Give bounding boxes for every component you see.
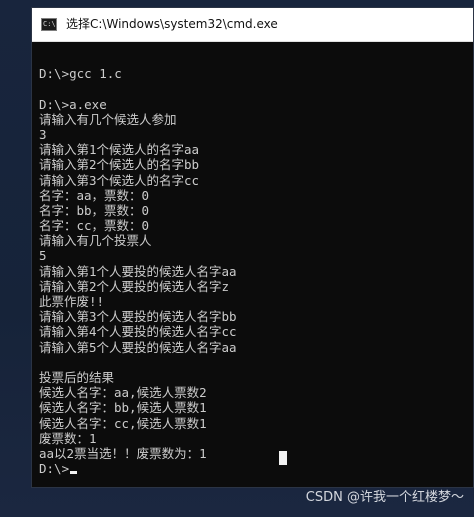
console-line: 请输入第4个人要投的候选人名字cc [39,324,237,340]
console-line: 3 [39,126,47,142]
command-prompt: D:\> [39,461,70,477]
console-line: 候选人名字：cc,候选人票数1 [39,415,207,431]
console-line: 请输入第5个人要投的候选人名字aa [39,339,237,355]
console-line: 投票后的结果 [39,369,115,385]
prompt-line[interactable]: D:\> [39,461,469,476]
console-line: 请输入第1个人要投的候选人名字aa [39,263,237,279]
console-line: aa以2票当选！！废票数为：1 [39,445,207,461]
console-line: D:\>gcc 1.c [39,66,122,82]
console-line: 废票数：1 [39,430,97,446]
console-line: 名字：bb，票数：0 [39,202,150,218]
console-line: 请输入有几个候选人参加 [39,111,177,127]
console-line: 请输入有几个投票人 [39,233,152,249]
desktop-background: C:\ 选择C:\Windows\system32\cmd.exe D:\>gc… [0,0,474,517]
command-prompt-icon: C:\ [41,18,57,31]
console-line: 候选人名字：bb,候选人票数1 [39,400,207,416]
window-title: 选择C:\Windows\system32\cmd.exe [66,17,278,31]
console-line: 名字：aa，票数：0 [39,187,150,203]
console-line: 请输入第3个人要投的候选人名字bb [39,309,237,325]
console-output[interactable]: D:\>gcc 1.c D:\>a.exe 请输入有几个候选人参加 3 请输入第… [39,51,469,479]
console-line: 请输入第2个候选人的名字bb [39,157,200,173]
console-line: 名字：cc，票数：0 [39,218,150,234]
console-line: 请输入第3个候选人的名字cc [39,172,200,188]
cmd-window[interactable]: C:\ 选择C:\Windows\system32\cmd.exe D:\>gc… [31,7,474,488]
console-line: 请输入第2个人要投的候选人名字z [39,278,230,294]
command-prompt-icon-label: C:\ [43,20,56,28]
console-line: 此票作废!! [39,294,105,309]
selection-block-cursor [279,451,287,465]
console-line: D:\>a.exe [39,96,107,112]
text-cursor [70,471,78,475]
csdn-watermark: CSDN @许我一个红楼梦～ [305,490,464,505]
console-line: 候选人名字：aa,候选人票数2 [39,385,207,401]
window-titlebar[interactable]: C:\ 选择C:\Windows\system32\cmd.exe [32,8,473,42]
console-line: 请输入第1个候选人的名字aa [39,142,200,158]
console-line: 5 [39,248,47,264]
